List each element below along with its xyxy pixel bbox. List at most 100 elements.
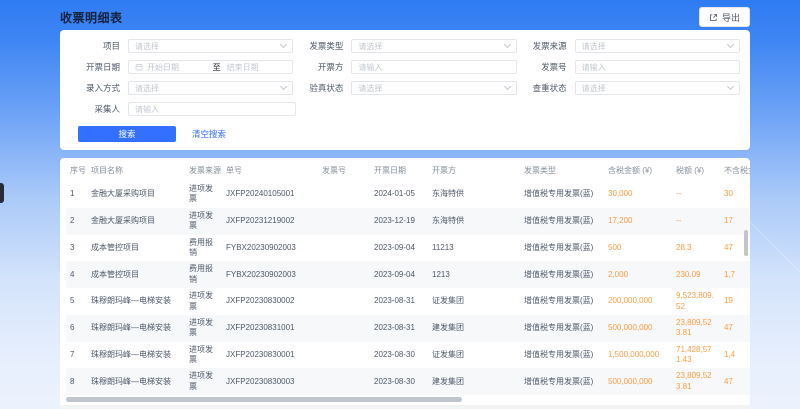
table-cell: 2023-08-31 — [370, 288, 428, 315]
filter-label: 发票号 — [517, 61, 575, 73]
table-cell: 200,000,000 — [604, 288, 672, 315]
table-cell: 500 — [604, 235, 672, 262]
table-cell: JXFP20230831001 — [222, 315, 318, 342]
table-header-cell: 发票号 — [318, 160, 370, 181]
chevron-down-icon — [504, 41, 511, 48]
table-row: 8珠穆朗玛峰—电梯安装进项发票JXFP202308300032023-08-30… — [66, 368, 750, 395]
invoice-no-input[interactable] — [582, 63, 733, 72]
table-cell: 东海特供 — [428, 208, 520, 235]
table-cell: 增值税专用发票(蓝) — [520, 342, 604, 369]
table-cell: JXFP20230830003 — [222, 368, 318, 395]
table-cell: 增值税专用发票(蓝) — [520, 235, 604, 262]
table-cell: 230.09 — [672, 261, 720, 288]
table-header-cell: 税额 (¥) — [672, 160, 720, 181]
export-icon — [709, 13, 718, 22]
table-row: 1金融大厦采购项目进项发票JXFP202401050012024-01-05东海… — [66, 181, 750, 208]
horizontal-scrollbar[interactable] — [66, 397, 744, 403]
export-button-label: 导出 — [722, 11, 740, 24]
table-cell: 2023-08-31 — [370, 315, 428, 342]
project-select[interactable]: 请选择 — [128, 39, 293, 53]
table-cell: 17,200 — [604, 208, 672, 235]
table-cell: 500,000,000 — [604, 315, 672, 342]
select-placeholder: 请选择 — [358, 41, 500, 52]
table-cell: 增值税专用发票(蓝) — [520, 261, 604, 288]
verify-status-select[interactable]: 请选择 — [351, 81, 516, 95]
table-cell: 71,428,571.43 — [672, 342, 720, 369]
table-cell — [318, 261, 370, 288]
table-cell: FYBX20230902003 — [222, 235, 318, 262]
invoice-date-range-picker[interactable]: 至 — [128, 60, 293, 74]
table-scroll-area[interactable]: 序号项目名称发票来源单号发票号开票日期开票方发票类型含税金额 (¥)税额 (¥)… — [60, 160, 750, 395]
table-cell: 1,4 — [720, 342, 750, 369]
table-cell: 30 — [720, 181, 750, 208]
page-header: 收票明细表 导出 — [60, 0, 750, 30]
dup-check-status-select[interactable]: 请选择 — [575, 81, 740, 95]
table-cell: 珠穆朗玛峰—电梯安装 — [87, 342, 185, 369]
table-cell: 增值税专用发票(蓝) — [520, 208, 604, 235]
table-body: 1金融大厦采购项目进项发票JXFP202401050012024-01-05东海… — [66, 181, 750, 395]
table-cell: 1,500,000,000 — [604, 342, 672, 369]
table-cell: 进项发票 — [185, 181, 222, 208]
page-container: 收票明细表 导出 项目 请选择 发票类型 请选择 — [60, 0, 750, 409]
table-cell: 28.3 — [672, 235, 720, 262]
table-cell: 2023-09-04 — [370, 261, 428, 288]
table-header-cell: 开票日期 — [370, 160, 428, 181]
table-cell — [318, 368, 370, 395]
invoice-type-select[interactable]: 请选择 — [351, 39, 516, 53]
select-placeholder: 请选择 — [582, 41, 724, 52]
table-cell: 增值税专用发票(蓝) — [520, 368, 604, 395]
horizontal-scrollbar-thumb[interactable] — [66, 397, 462, 402]
summary-row: 合计 含税总额(¥)：3,032,699,097.89 不含税总额(¥)：2,8… — [60, 405, 750, 409]
table-cell: 1 — [66, 181, 87, 208]
table-cell: -- — [672, 181, 720, 208]
table-cell: 2023-08-30 — [370, 342, 428, 369]
clear-search-button[interactable]: 清空搜索 — [192, 128, 226, 140]
table-cell: 建发集团 — [428, 368, 520, 395]
date-range-separator: 至 — [211, 62, 223, 73]
collector-input[interactable] — [135, 105, 289, 114]
filter-actions: 搜索 清空搜索 — [78, 126, 740, 142]
table-cell: 5 — [66, 288, 87, 315]
table-header-cell: 发票类型 — [520, 160, 604, 181]
floating-widget-tab[interactable] — [0, 183, 4, 203]
vertical-scrollbar-thumb[interactable] — [744, 230, 748, 256]
filter-invoice-source: 发票来源 请选择 — [517, 39, 740, 53]
date-start-input[interactable] — [147, 63, 207, 72]
filter-issuer: 开票方 — [293, 60, 516, 74]
filter-panel: 项目 请选择 发票类型 请选择 发票来源 请选择 — [60, 30, 750, 150]
export-button[interactable]: 导出 — [699, 7, 750, 27]
filter-invoice-type: 发票类型 请选择 — [293, 39, 516, 53]
table-cell: 1,7 — [720, 261, 750, 288]
table-cell: JXFP20230830001 — [222, 342, 318, 369]
search-button[interactable]: 搜索 — [78, 126, 176, 142]
table-cell — [318, 208, 370, 235]
table-cell: 6 — [66, 315, 87, 342]
issuer-input-box[interactable] — [351, 60, 516, 74]
table-cell: 费用报销 — [185, 235, 222, 262]
table-cell — [318, 315, 370, 342]
table-row: 5珠穆朗玛峰—电梯安装进项发票JXFP202308300022023-08-31… — [66, 288, 750, 315]
filter-label: 采集人 — [70, 103, 128, 115]
table-cell: 2,000 — [604, 261, 672, 288]
table-header-cell: 不含税金额 (¥) — [720, 160, 750, 181]
page-title: 收票明细表 — [60, 9, 123, 26]
table-cell: 23,809,523.81 — [672, 315, 720, 342]
table-header-cell: 发票来源 — [185, 160, 222, 181]
entry-method-select[interactable]: 请选择 — [128, 81, 293, 95]
issuer-input[interactable] — [358, 63, 509, 72]
table-cell: 47 — [720, 315, 750, 342]
filter-label: 发票来源 — [517, 40, 575, 52]
date-end-input[interactable] — [227, 63, 287, 72]
table-cell: 30,000 — [604, 181, 672, 208]
table-cell: JXFP20231219002 — [222, 208, 318, 235]
invoice-no-input-box[interactable] — [575, 60, 740, 74]
table-cell: 19 — [720, 288, 750, 315]
filter-label: 验真状态 — [293, 82, 351, 94]
invoice-source-select[interactable]: 请选择 — [575, 39, 740, 53]
collector-input-box[interactable] — [128, 102, 296, 116]
table-cell: -- — [672, 208, 720, 235]
select-placeholder: 请选择 — [358, 83, 500, 94]
invoice-table: 序号项目名称发票来源单号发票号开票日期开票方发票类型含税金额 (¥)税额 (¥)… — [66, 160, 750, 395]
table-cell: 进项发票 — [185, 315, 222, 342]
table-cell: 珠穆朗玛峰—电梯安装 — [87, 288, 185, 315]
